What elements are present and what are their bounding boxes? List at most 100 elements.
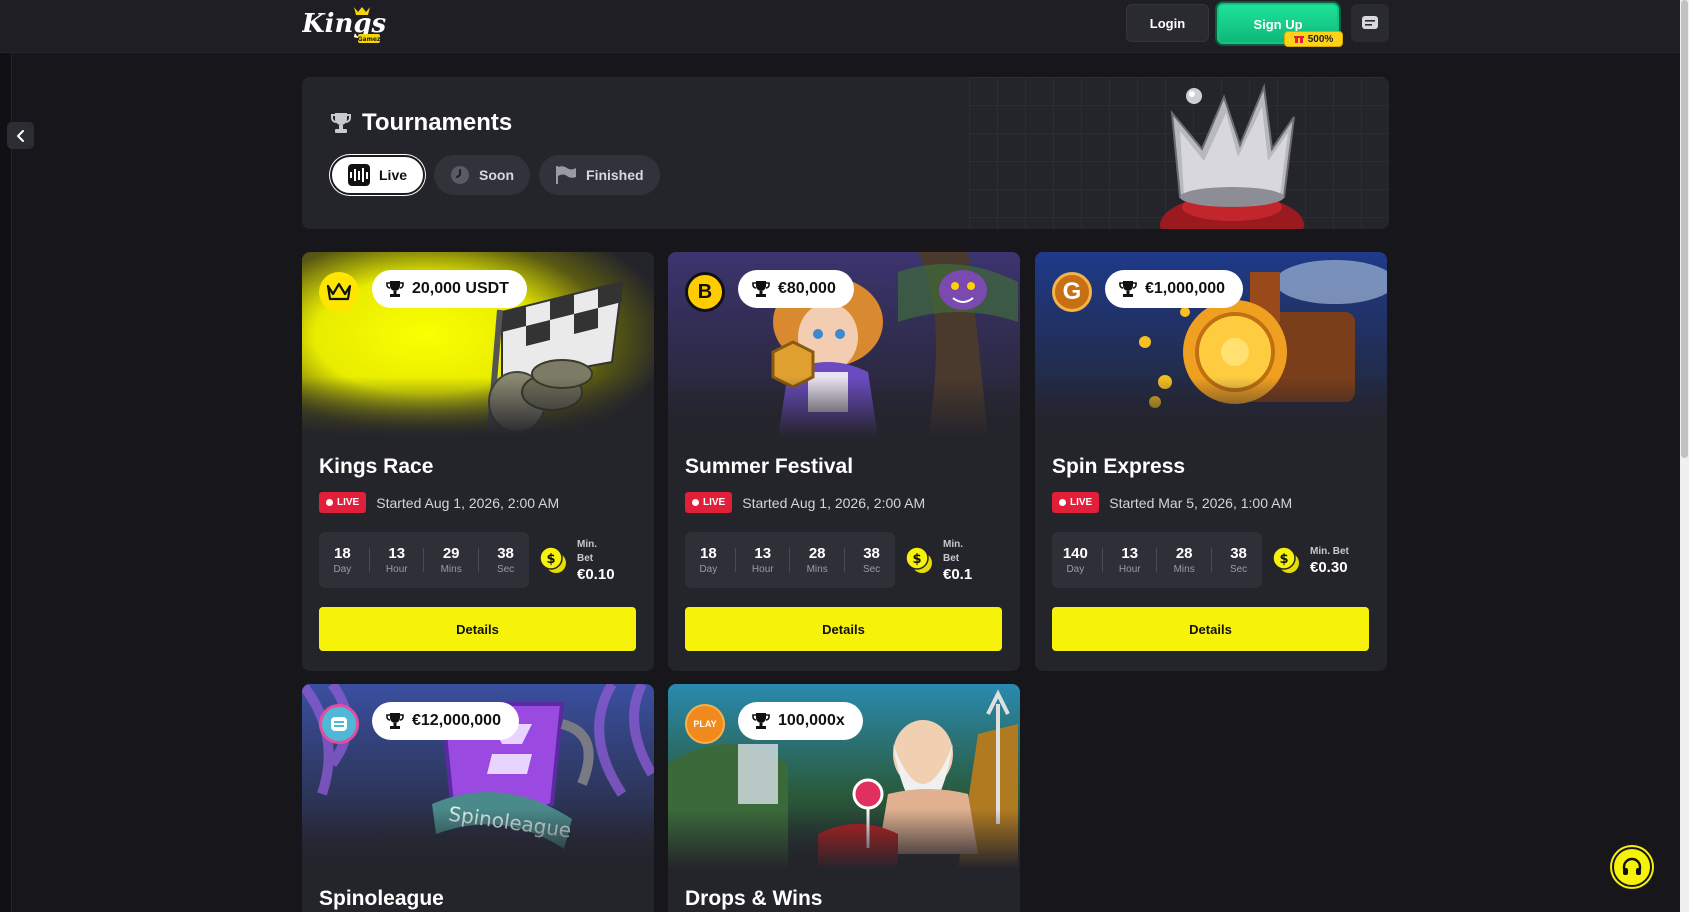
prize-pill: €12,000,000	[372, 702, 519, 740]
timer-divider	[369, 548, 371, 572]
svg-text:$: $	[1279, 552, 1288, 567]
timer-hour: 13 Hour	[1118, 545, 1141, 575]
timer-divider	[1102, 548, 1104, 572]
image-fade	[668, 377, 1020, 437]
tournament-title: Drops & Wins	[685, 887, 823, 910]
coins-icon: $	[539, 546, 566, 573]
timer-mins: 28 Mins	[1173, 545, 1195, 575]
timer-sec: 38 Sec	[496, 545, 515, 575]
tab-soon[interactable]: Soon	[434, 155, 531, 195]
start-date: Started Mar 5, 2026, 1:00 AM	[1109, 494, 1293, 511]
sidebar-toggle-button[interactable]	[7, 122, 34, 149]
provider-crown-icon	[319, 272, 359, 312]
live-badge: LIVE	[319, 492, 367, 513]
timer-divider	[735, 548, 737, 572]
soundwave-icon	[348, 164, 370, 186]
image-fade	[668, 809, 1020, 869]
prize-amount: 20,000 USDT	[412, 280, 509, 297]
details-button[interactable]: Details	[319, 607, 636, 651]
prize-amount: 100,000x	[778, 712, 845, 729]
kings-logo[interactable]: Kings Gamez	[301, 4, 392, 46]
timer-sec: 38 Sec	[1229, 545, 1248, 575]
trophy-icon	[331, 113, 351, 133]
details-button[interactable]: Details	[685, 607, 1002, 651]
svg-text:$: $	[546, 552, 555, 567]
signup-bonus-text: 500%	[1307, 33, 1334, 45]
trophy-icon	[752, 713, 770, 729]
provider-text: PLAY	[693, 719, 717, 729]
min-bet-label: Min.	[943, 538, 963, 550]
trophy-icon	[752, 281, 770, 297]
image-fade	[302, 809, 654, 869]
countdown-timer: 18 Day 13 Hour 29 Mins 38 Sec	[319, 532, 529, 588]
prize-pill: 20,000 USDT	[372, 270, 527, 308]
timer-mins: 28 Mins	[806, 545, 828, 575]
timer-day: 18 Day	[699, 545, 718, 575]
tournament-card-drops-wins[interactable]: PLAY 100,000x Drops & Wins	[668, 684, 1020, 912]
timer-divider	[477, 548, 479, 572]
tab-soon-label: Soon	[479, 167, 515, 183]
tournament-card-spin-express[interactable]: G €1,000,000 Spin Express LIVE Started M…	[1035, 252, 1387, 671]
min-bet-value: €0.1	[943, 565, 973, 583]
min-bet-label: Min. Bet	[1310, 545, 1349, 557]
trophy-icon	[386, 713, 404, 729]
gift-icon	[1293, 36, 1304, 43]
trophy-icon	[1119, 281, 1137, 297]
prize-pill: 100,000x	[738, 702, 863, 740]
min-bet-value: €0.30	[1310, 558, 1348, 576]
details-button[interactable]: Details	[1052, 607, 1369, 651]
flag-icon	[556, 166, 577, 184]
prize-pill: €80,000	[738, 270, 854, 308]
live-badge: LIVE	[685, 492, 733, 513]
tournament-tabs: Live Soon Finished	[330, 155, 660, 195]
prize-amount: €1,000,000	[1145, 280, 1226, 297]
timer-divider	[843, 548, 845, 572]
live-dot-icon	[1059, 499, 1066, 506]
top-bar	[0, 0, 1680, 53]
min-bet-label-2: Bet	[943, 552, 960, 564]
start-date: Started Aug 1, 2026, 2:00 AM	[742, 494, 926, 511]
min-bet-label-2: Bet	[577, 552, 594, 564]
page-title: Tournaments	[330, 109, 512, 137]
trophy-icon	[386, 281, 404, 297]
tournament-card-summer-festival[interactable]: B €80,000 Summer Festival LIVE Started A…	[668, 252, 1020, 671]
status-row: LIVE Started Mar 5, 2026, 1:00 AM	[1052, 492, 1292, 513]
timer-hour: 13 Hour	[385, 545, 408, 575]
min-bet-value: €0.10	[577, 565, 615, 583]
timer-divider	[789, 548, 791, 572]
tab-finished[interactable]: Finished	[539, 155, 660, 195]
provider-g-icon: G	[1052, 272, 1092, 312]
provider-pragmatic-play-icon: PLAY	[685, 704, 725, 744]
timer-divider	[1156, 548, 1158, 572]
live-badge: LIVE	[1052, 492, 1100, 513]
start-date: Started Aug 1, 2026, 2:00 AM	[376, 494, 560, 511]
svg-text:$: $	[912, 552, 921, 567]
coins-icon: $	[1272, 546, 1299, 573]
chevron-left-icon	[16, 129, 24, 142]
login-button[interactable]: Login	[1126, 4, 1209, 42]
timer-day: 140 Day	[1062, 545, 1088, 575]
chat-icon	[1362, 16, 1378, 29]
timer-sec: 38 Sec	[862, 545, 881, 575]
timer-mins: 29 Mins	[440, 545, 462, 575]
live-label: LIVE	[1070, 497, 1093, 508]
tournament-title: Summer Festival	[685, 455, 854, 478]
logo-sub: Gamez	[358, 36, 381, 43]
tab-finished-label: Finished	[586, 167, 644, 183]
support-button[interactable]	[1612, 847, 1652, 887]
min-bet: $ Min. Bet €0.10	[539, 532, 639, 588]
tournament-card-kings-race[interactable]: 20,000 USDT Kings Race LIVE Started Aug …	[302, 252, 654, 671]
prize-amount: €12,000,000	[412, 712, 501, 729]
page-scrollbar-thumb[interactable]	[1681, 0, 1688, 458]
clock-icon	[451, 166, 470, 184]
tournament-title: Spin Express	[1052, 455, 1186, 478]
tournament-card-spinoleague[interactable]: Spinoleague €12,000,000 Spinoleague	[302, 684, 654, 912]
tab-live[interactable]: Live	[330, 155, 426, 195]
status-row: LIVE Started Aug 1, 2026, 2:00 AM	[685, 492, 925, 513]
prize-pill: €1,000,000	[1105, 270, 1244, 308]
min-bet: $ Min. Bet €0.1	[905, 532, 1005, 588]
chat-button[interactable]	[1351, 4, 1389, 42]
live-dot-icon	[692, 499, 699, 506]
live-dot-icon	[326, 499, 333, 506]
image-fade	[302, 377, 654, 437]
